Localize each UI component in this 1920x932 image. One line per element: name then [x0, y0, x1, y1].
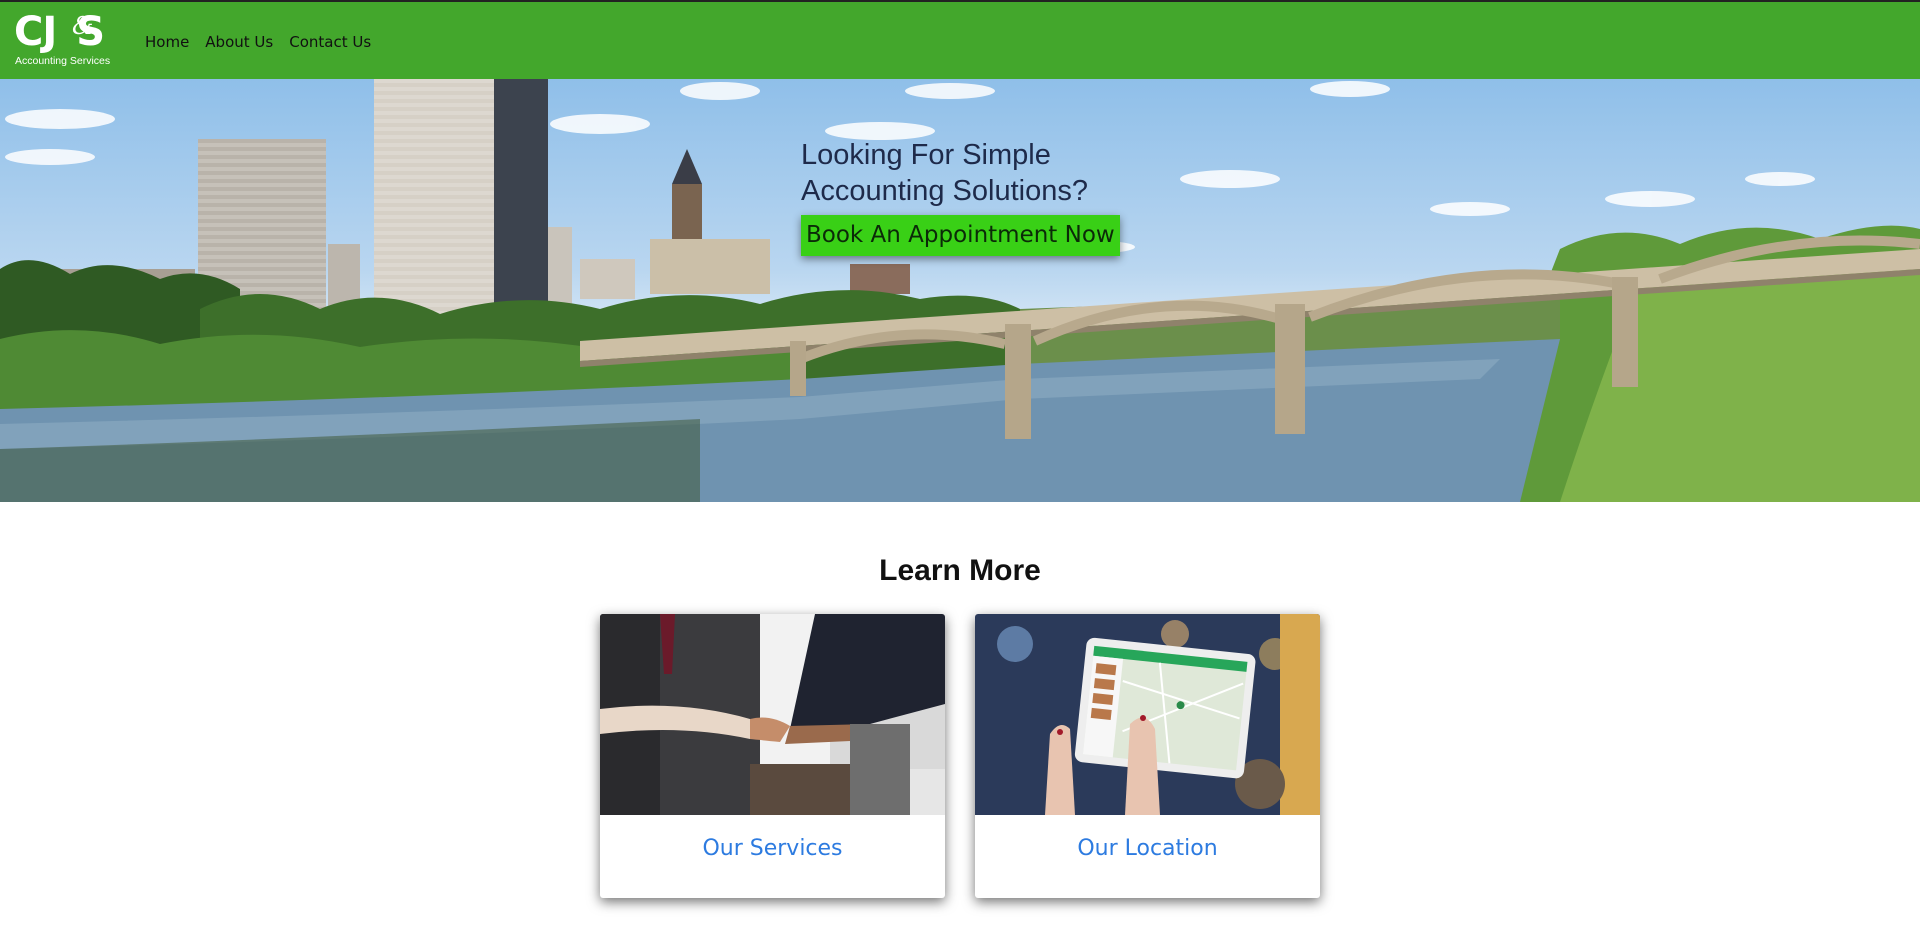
nav-home[interactable]: Home — [145, 33, 189, 51]
nav-contact-us[interactable]: Contact Us — [289, 33, 371, 51]
nav-about-us[interactable]: About Us — [205, 33, 273, 51]
handshake-photo — [600, 614, 945, 815]
card-our-location[interactable]: Our Location — [975, 614, 1320, 898]
logo-subtitle: Accounting Services — [15, 55, 111, 67]
card-our-services-title[interactable]: Our Services — [600, 836, 945, 861]
hero-heading-line2: Accounting Solutions? — [801, 175, 1088, 207]
hero-heading: Looking For Simple Accounting Solutions? — [801, 137, 1088, 209]
hero-heading-line1: Looking For Simple — [801, 139, 1051, 171]
learn-more-heading: Learn More — [879, 554, 1041, 587]
tablet-map-photo — [975, 614, 1320, 815]
logo[interactable]: CJ S & Accounting Services — [14, 12, 124, 68]
logo-ampersand: & — [72, 12, 94, 40]
hero-banner: Looking For Simple Accounting Solutions?… — [0, 79, 1920, 502]
card-our-services[interactable]: Our Services — [600, 614, 945, 898]
book-appointment-button[interactable]: Book An Appointment Now — [801, 215, 1120, 256]
navbar: CJ S & Accounting Services Home About Us … — [0, 2, 1920, 79]
card-our-location-title[interactable]: Our Location — [975, 836, 1320, 861]
main-nav: Home About Us Contact Us — [145, 33, 387, 51]
